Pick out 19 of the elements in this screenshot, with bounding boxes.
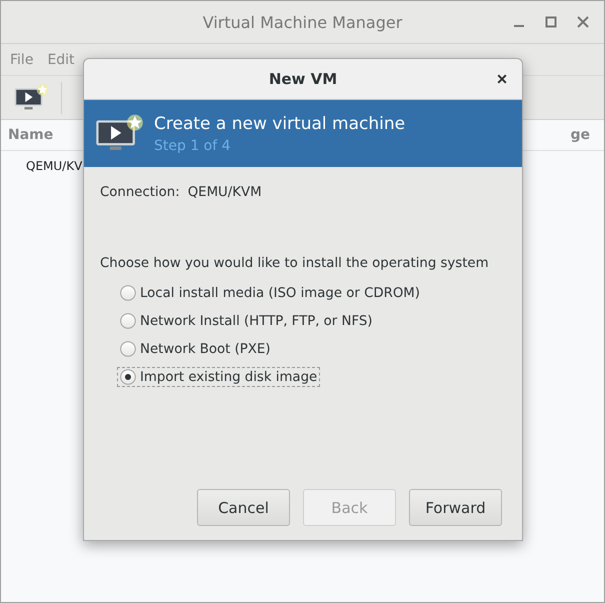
- radio-icon: [120, 369, 136, 385]
- connection-label: Connection:: [100, 185, 180, 200]
- close-button[interactable]: ×: [490, 67, 514, 91]
- window-title: Virtual Machine Manager: [202, 12, 402, 32]
- radio-option[interactable]: Local install media (ISO image or CDROM): [117, 283, 423, 303]
- radio-icon: [120, 285, 136, 301]
- step-label: Step 1 of 4: [154, 138, 232, 154]
- prompt-text: Choose how you would like to install the operating system: [100, 256, 490, 271]
- cancel-button[interactable]: Cancel: [197, 489, 290, 526]
- radio-option[interactable]: Network Install (HTTP, FTP, or NFS): [117, 311, 376, 331]
- radio-icon: [120, 313, 136, 329]
- radio-option[interactable]: Import existing disk image: [117, 367, 320, 387]
- connection-value: QEMU/KVM: [188, 185, 262, 200]
- forward-button[interactable]: Forward: [409, 489, 502, 526]
- dialog-title: New VM: [268, 70, 338, 88]
- new-vm-icon[interactable]: [13, 82, 49, 112]
- banner-heading: Create a new virtual machine: [154, 114, 406, 134]
- radio-icon: [120, 341, 136, 357]
- radio-option[interactable]: Network Boot (PXE): [117, 339, 274, 359]
